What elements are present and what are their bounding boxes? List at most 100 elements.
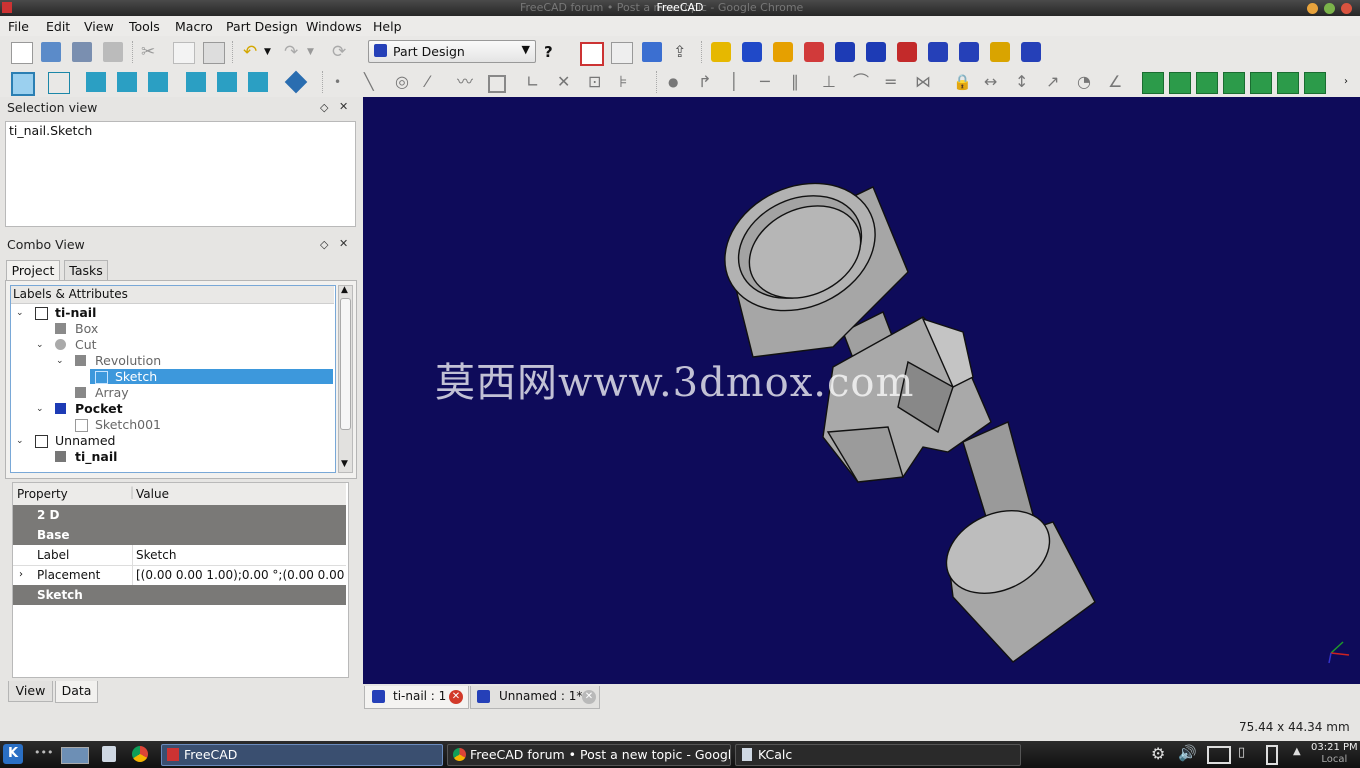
task-freecad[interactable]: FreeCAD xyxy=(161,744,443,766)
selection-item[interactable]: ti_nail.Sketch xyxy=(9,123,92,138)
clock[interactable]: 03:21 PM Local xyxy=(1311,742,1358,766)
restore-geometry-icon[interactable] xyxy=(1304,72,1326,94)
view-sketch-icon[interactable] xyxy=(611,42,633,64)
menu-macro[interactable]: Macro xyxy=(175,19,213,34)
menu-help[interactable]: Help xyxy=(373,19,402,34)
tree-expand-arrow-icon[interactable]: ⌄ xyxy=(16,436,24,446)
sketch-arc-icon[interactable]: ⁄ xyxy=(426,72,446,92)
mirrored-icon[interactable] xyxy=(928,42,948,62)
undo-icon[interactable]: ↶ xyxy=(243,42,263,62)
redo-dropdown-icon[interactable]: ▼ xyxy=(307,42,317,62)
polar-pattern-icon[interactable] xyxy=(990,42,1010,62)
constraint-horizontal-icon[interactable]: ─ xyxy=(760,72,780,92)
tree-item-sketch[interactable]: Sketch xyxy=(115,369,157,385)
delete-constraints-icon[interactable] xyxy=(1250,72,1272,94)
tab-tasks[interactable]: Tasks xyxy=(64,260,108,281)
constraint-angle-icon[interactable]: ∠ xyxy=(1108,72,1128,92)
tree-scrollbar-thumb[interactable] xyxy=(340,298,351,430)
view-bottom-icon[interactable] xyxy=(217,72,237,92)
maximize-button[interactable] xyxy=(1324,3,1335,14)
constraint-parallel-icon[interactable]: ∥ xyxy=(791,72,811,92)
battery-icon[interactable] xyxy=(1266,745,1278,765)
property-value[interactable]: Sketch xyxy=(136,545,176,565)
sketch-rectangle-icon[interactable] xyxy=(488,75,506,93)
show-hide-constraints-icon[interactable] xyxy=(1277,72,1299,94)
view-fit-all-icon[interactable] xyxy=(11,72,35,96)
pad-icon[interactable] xyxy=(711,42,731,62)
linear-pattern-icon[interactable] xyxy=(959,42,979,62)
revolution-icon[interactable] xyxy=(773,42,793,62)
chrome-icon[interactable] xyxy=(132,746,148,762)
map-sketch-icon[interactable] xyxy=(642,42,662,62)
property-group-2d[interactable]: 2 D xyxy=(13,505,346,525)
close-tab-icon[interactable]: ✕ xyxy=(582,690,596,704)
constraint-coincident-icon[interactable]: ● xyxy=(668,72,688,92)
constraint-point-on-object-icon[interactable]: ↱ xyxy=(698,72,718,92)
tree-item-unnamed[interactable]: Unnamed xyxy=(55,433,115,449)
open-folder-icon[interactable] xyxy=(41,42,61,62)
sketch-fillet-icon[interactable]: ∟ xyxy=(526,72,546,92)
scroll-down-icon[interactable]: ▼ xyxy=(341,459,348,469)
tree-expand-arrow-icon[interactable]: ⌄ xyxy=(16,308,24,318)
sketch-line-icon[interactable]: ╲ xyxy=(364,72,384,92)
calculator-icon[interactable] xyxy=(102,746,116,762)
view-axonometric-icon[interactable] xyxy=(48,72,70,94)
dock-close-icon[interactable]: ✕ xyxy=(339,237,348,250)
menu-edit[interactable]: Edit xyxy=(46,19,70,34)
task-kcalc[interactable]: KCalc xyxy=(735,744,1021,766)
measure-distance-icon[interactable] xyxy=(284,70,308,94)
new-document-icon[interactable] xyxy=(11,42,33,64)
tree-item-ti-nail[interactable]: ti-nail xyxy=(55,305,96,321)
constraint-distance-icon[interactable]: ↗ xyxy=(1046,72,1066,92)
tree-item-box[interactable]: Box xyxy=(75,321,98,337)
tree-expand-arrow-icon[interactable]: ⌄ xyxy=(36,340,44,350)
minimize-button[interactable] xyxy=(1307,3,1318,14)
menu-tools[interactable]: Tools xyxy=(129,19,160,34)
tree-expand-arrow-icon[interactable]: ⌄ xyxy=(56,356,64,366)
doc-tab-unnamed[interactable]: Unnamed : 1* ✕ xyxy=(470,686,600,709)
close-tab-icon[interactable]: ✕ xyxy=(449,690,463,704)
print-icon[interactable] xyxy=(103,42,123,62)
refresh-icon[interactable]: ⟳ xyxy=(332,42,352,62)
whats-this-icon[interactable]: ? xyxy=(544,42,564,62)
selection-view-list[interactable]: ti_nail.Sketch xyxy=(5,121,356,227)
doc-tab-ti-nail[interactable]: ti-nail : 1 ✕ xyxy=(364,686,469,709)
menu-part-design[interactable]: Part Design xyxy=(226,19,298,34)
sketch-point-icon[interactable]: • xyxy=(334,72,354,92)
tree-item-revolution[interactable]: Revolution xyxy=(95,353,161,369)
constraint-horizontal-distance-icon[interactable]: ↔ xyxy=(984,72,1004,92)
sketch-circle-icon[interactable]: ◎ xyxy=(395,72,415,92)
constraint-perpendicular-icon[interactable]: ⊥ xyxy=(822,72,842,92)
property-row-placement[interactable]: › Placement [(0.00 0.00 1.00);0.00 °;(0.… xyxy=(13,565,346,586)
device-icon[interactable]: ▯ xyxy=(1238,745,1245,760)
dock-close-icon[interactable]: ✕ xyxy=(339,100,348,113)
3d-viewport[interactable]: 莫西网www.3dmox.com xyxy=(363,97,1360,684)
multi-transform-icon[interactable] xyxy=(1021,42,1041,62)
menu-windows[interactable]: Windows xyxy=(306,19,362,34)
view-top-icon[interactable] xyxy=(117,72,137,92)
tree-item-array[interactable]: Array xyxy=(95,385,129,401)
groove-icon[interactable] xyxy=(804,42,824,62)
tab-data[interactable]: Data xyxy=(55,681,98,703)
constraint-tangent-icon[interactable]: ⌒ xyxy=(853,72,873,92)
tree-expand-arrow-icon[interactable]: ⌄ xyxy=(36,404,44,414)
kde-menu-icon[interactable]: K xyxy=(3,744,23,764)
scroll-up-icon[interactable]: ▲ xyxy=(341,285,348,295)
tree-item-pocket[interactable]: Pocket xyxy=(75,401,123,417)
settings-tray-icon[interactable]: ⚙ xyxy=(1151,744,1165,763)
property-group-base[interactable]: Base xyxy=(13,525,346,545)
dock-float-icon[interactable]: ◇ xyxy=(320,238,328,251)
expand-arrow-icon[interactable]: › xyxy=(19,565,23,585)
view-right-icon[interactable] xyxy=(148,72,168,92)
constraint-symmetric-icon[interactable]: ⋈ xyxy=(915,72,935,92)
tray-expand-icon[interactable]: ▲ xyxy=(1293,746,1301,757)
select-conflicting-icon[interactable] xyxy=(1169,72,1191,94)
dock-float-icon[interactable]: ◇ xyxy=(320,101,328,114)
sketch-trim-icon[interactable]: ✕ xyxy=(557,72,577,92)
network-icon[interactable] xyxy=(1207,746,1231,764)
constraint-vertical-distance-icon[interactable]: ↕ xyxy=(1015,72,1035,92)
sketch-external-icon[interactable]: ⊡ xyxy=(588,72,608,92)
sketch-construction-icon[interactable]: ⊧ xyxy=(619,72,639,92)
task-chrome[interactable]: FreeCAD forum • Post a new topic - Googl… xyxy=(447,744,731,766)
view-front-icon[interactable] xyxy=(86,72,106,92)
